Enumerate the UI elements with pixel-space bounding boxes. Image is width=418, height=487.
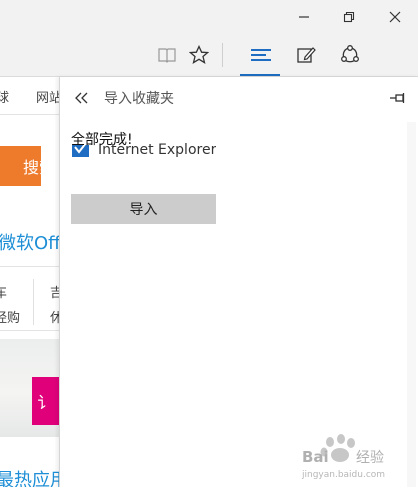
section-heading: 最热应用	[0, 470, 59, 487]
web-note-button[interactable]	[287, 34, 325, 76]
close-icon	[389, 11, 401, 23]
hub-active-indicator	[240, 74, 280, 76]
restore-icon	[343, 11, 355, 23]
toolbar-separator	[222, 43, 223, 67]
close-window-button[interactable]	[372, 0, 418, 34]
baidu-logo-icon: Bai 经验 jingyan.baidu.com	[301, 434, 385, 480]
completion-message: 全部完成!	[71, 132, 133, 148]
svg-text:经验: 经验	[356, 450, 384, 466]
section-divider	[0, 330, 59, 331]
add-favorite-button[interactable]	[180, 34, 218, 76]
hub-button[interactable]	[242, 34, 280, 76]
category-top: 吉	[50, 286, 59, 301]
nav-divider	[0, 114, 59, 115]
reading-view-icon	[158, 48, 176, 63]
panel-title: 导入收藏夹	[104, 91, 174, 107]
hub-icon	[251, 49, 271, 61]
category-bottom[interactable]: 休	[50, 307, 59, 326]
page-heading: 微软Offi	[0, 233, 59, 254]
pin-panel-button[interactable]	[386, 86, 410, 110]
category-bottom[interactable]: 经购	[0, 307, 20, 326]
double-chevron-left-icon	[75, 92, 88, 104]
search-button[interactable]: 搜索	[0, 146, 55, 186]
web-note-icon	[297, 47, 316, 63]
watermark-brand: Bai	[302, 448, 329, 466]
nav-link[interactable]: 网站	[36, 87, 59, 106]
minimize-icon	[299, 16, 309, 18]
restore-button[interactable]	[326, 0, 372, 34]
pin-icon	[390, 93, 405, 103]
share-button[interactable]	[331, 34, 369, 76]
share-icon	[341, 45, 359, 63]
baidu-jingyan-watermark: Bai 经验 jingyan.baidu.com	[300, 430, 412, 482]
watermark-url: jingyan.baidu.com	[301, 470, 385, 480]
minimize-button[interactable]	[281, 0, 327, 34]
import-button[interactable]: 导入	[71, 194, 216, 224]
nav-link[interactable]: 球	[0, 87, 9, 106]
category-top: 车	[0, 286, 8, 301]
promo-banner-button[interactable]: 讠	[32, 377, 59, 425]
column-divider	[33, 279, 34, 325]
favorite-star-icon	[189, 45, 209, 64]
back-button[interactable]	[68, 84, 96, 112]
section-divider	[0, 266, 59, 267]
web-page-content: 球 网站 搜索 微软Offi 车 经购 吉 休 讠 最热应用	[0, 77, 59, 487]
